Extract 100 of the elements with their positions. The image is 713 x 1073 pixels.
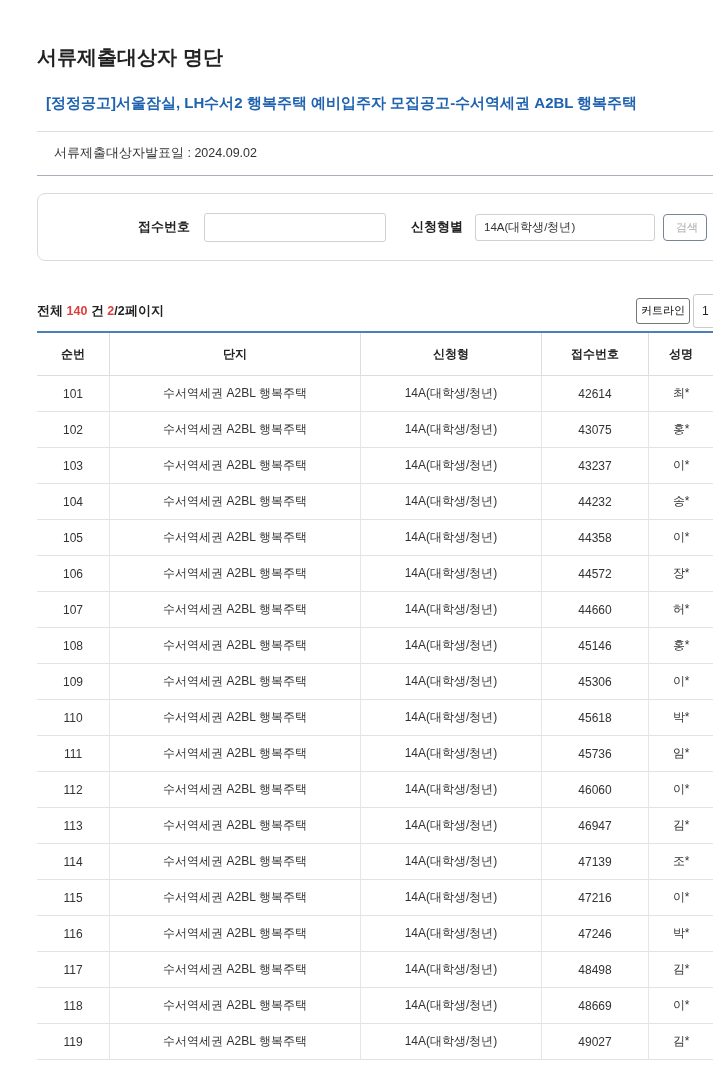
table-cell: 이*	[648, 987, 713, 1024]
table-cell: 조*	[648, 843, 713, 880]
table-cell: 수서역세권 A2BL 행복주택	[109, 915, 361, 952]
table-cell: 14A(대학생/청년)	[360, 987, 542, 1024]
table-cell: 14A(대학생/청년)	[360, 807, 542, 844]
table-cell: 14A(대학생/청년)	[360, 735, 542, 772]
table-cell: 수서역세권 A2BL 행복주택	[109, 807, 361, 844]
table-cell: 45306	[541, 663, 649, 700]
table-cell: 47139	[541, 843, 649, 880]
result-summary: 전체 140 건 2/2페이지	[37, 302, 164, 320]
table-cell: 44232	[541, 483, 649, 520]
table-cell: 송*	[648, 483, 713, 520]
table-cell: 허*	[648, 591, 713, 628]
receipt-input[interactable]	[204, 212, 386, 242]
table-cell: 112	[37, 771, 110, 808]
table-cell: 수서역세권 A2BL 행복주택	[109, 735, 361, 772]
table-cell: 김*	[648, 1023, 713, 1060]
table-cell: 109	[37, 663, 110, 700]
column-header: 접수번호	[541, 332, 649, 376]
table-cell: 42614	[541, 375, 649, 412]
table-cell: 수서역세권 A2BL 행복주택	[109, 843, 361, 880]
cutline-button[interactable]: 커트라인	[636, 298, 690, 324]
table-cell: 106	[37, 555, 110, 592]
table-cell: 14A(대학생/청년)	[360, 1023, 542, 1060]
table-cell: 14A(대학생/청년)	[360, 879, 542, 916]
table-cell: 44572	[541, 555, 649, 592]
table-cell: 46947	[541, 807, 649, 844]
table-cell: 117	[37, 951, 110, 988]
table-cell: 43237	[541, 447, 649, 484]
table-cell: 홍*	[648, 627, 713, 664]
table-cell: 14A(대학생/청년)	[360, 411, 542, 448]
table-cell: 47246	[541, 915, 649, 952]
table-cell: 수서역세권 A2BL 행복주택	[109, 771, 361, 808]
table-cell: 47216	[541, 879, 649, 916]
table-cell: 임*	[648, 735, 713, 772]
table-cell: 이*	[648, 663, 713, 700]
table-cell: 14A(대학생/청년)	[360, 951, 542, 988]
table-cell: 14A(대학생/청년)	[360, 555, 542, 592]
table-cell: 수서역세권 A2BL 행복주택	[109, 411, 361, 448]
table-cell: 수서역세권 A2BL 행복주택	[109, 447, 361, 484]
receipt-label: 접수번호	[138, 218, 190, 236]
table-cell: 14A(대학생/청년)	[360, 915, 542, 952]
table-cell: 103	[37, 447, 110, 484]
page-size-select[interactable]: 1	[693, 294, 713, 328]
table-cell: 45618	[541, 699, 649, 736]
table-cell: 수서역세권 A2BL 행복주택	[109, 375, 361, 412]
table-cell: 14A(대학생/청년)	[360, 447, 542, 484]
table-cell: 118	[37, 987, 110, 1024]
table-cell: 이*	[648, 519, 713, 556]
table-cell: 14A(대학생/청년)	[360, 699, 542, 736]
table-cell: 홍*	[648, 411, 713, 448]
table-cell: 14A(대학생/청년)	[360, 591, 542, 628]
table-cell: 45146	[541, 627, 649, 664]
table-cell: 수서역세권 A2BL 행복주택	[109, 519, 361, 556]
table-cell: 14A(대학생/청년)	[360, 771, 542, 808]
table-cell: 이*	[648, 771, 713, 808]
table-cell: 104	[37, 483, 110, 520]
table-cell: 14A(대학생/청년)	[360, 843, 542, 880]
table-cell: 수서역세권 A2BL 행복주택	[109, 663, 361, 700]
table-cell: 110	[37, 699, 110, 736]
announce-date: 서류제출대상자발표일 : 2024.09.02	[54, 146, 257, 160]
table-cell: 장*	[648, 555, 713, 592]
table-cell: 수서역세권 A2BL 행복주택	[109, 555, 361, 592]
type-field[interactable]: 14A(대학생/청년)	[475, 213, 655, 241]
table-cell: 119	[37, 1023, 110, 1060]
table-cell: 이*	[648, 447, 713, 484]
table-cell: 박*	[648, 699, 713, 736]
table-cell: 48498	[541, 951, 649, 988]
table-cell: 수서역세권 A2BL 행복주택	[109, 951, 361, 988]
table-cell: 45736	[541, 735, 649, 772]
table-cell: 113	[37, 807, 110, 844]
table-cell: 수서역세권 A2BL 행복주택	[109, 483, 361, 520]
column-header: 단지	[109, 332, 361, 376]
table-cell: 14A(대학생/청년)	[360, 375, 542, 412]
column-header: 성명	[648, 332, 713, 376]
table-cell: 14A(대학생/청년)	[360, 519, 542, 556]
table-cell: 박*	[648, 915, 713, 952]
table-cell: 115	[37, 879, 110, 916]
table-cell: 수서역세권 A2BL 행복주택	[109, 627, 361, 664]
table-cell: 14A(대학생/청년)	[360, 483, 542, 520]
table-cell: 46060	[541, 771, 649, 808]
column-header: 신청형	[360, 332, 542, 376]
notice-link[interactable]: [정정공고]서울잠실, LH수서2 행복주택 예비입주자 모집공고-수서역세권 A2BL 행복주택	[46, 94, 638, 111]
table-cell: 44358	[541, 519, 649, 556]
table-cell: 101	[37, 375, 110, 412]
table-cell: 수서역세권 A2BL 행복주택	[109, 987, 361, 1024]
table-cell: 14A(대학생/청년)	[360, 627, 542, 664]
table-cell: 수서역세권 A2BL 행복주택	[109, 1023, 361, 1060]
table-cell: 수서역세권 A2BL 행복주택	[109, 591, 361, 628]
table-cell: 49027	[541, 1023, 649, 1060]
type-label: 신청형별	[411, 218, 463, 236]
table-cell: 105	[37, 519, 110, 556]
table-cell: 김*	[648, 807, 713, 844]
table-cell: 107	[37, 591, 110, 628]
table-cell: 수서역세권 A2BL 행복주택	[109, 879, 361, 916]
table-cell: 이*	[648, 879, 713, 916]
table-cell: 수서역세권 A2BL 행복주택	[109, 699, 361, 736]
column-header: 순번	[37, 332, 110, 376]
table-cell: 44660	[541, 591, 649, 628]
table-cell: 114	[37, 843, 110, 880]
